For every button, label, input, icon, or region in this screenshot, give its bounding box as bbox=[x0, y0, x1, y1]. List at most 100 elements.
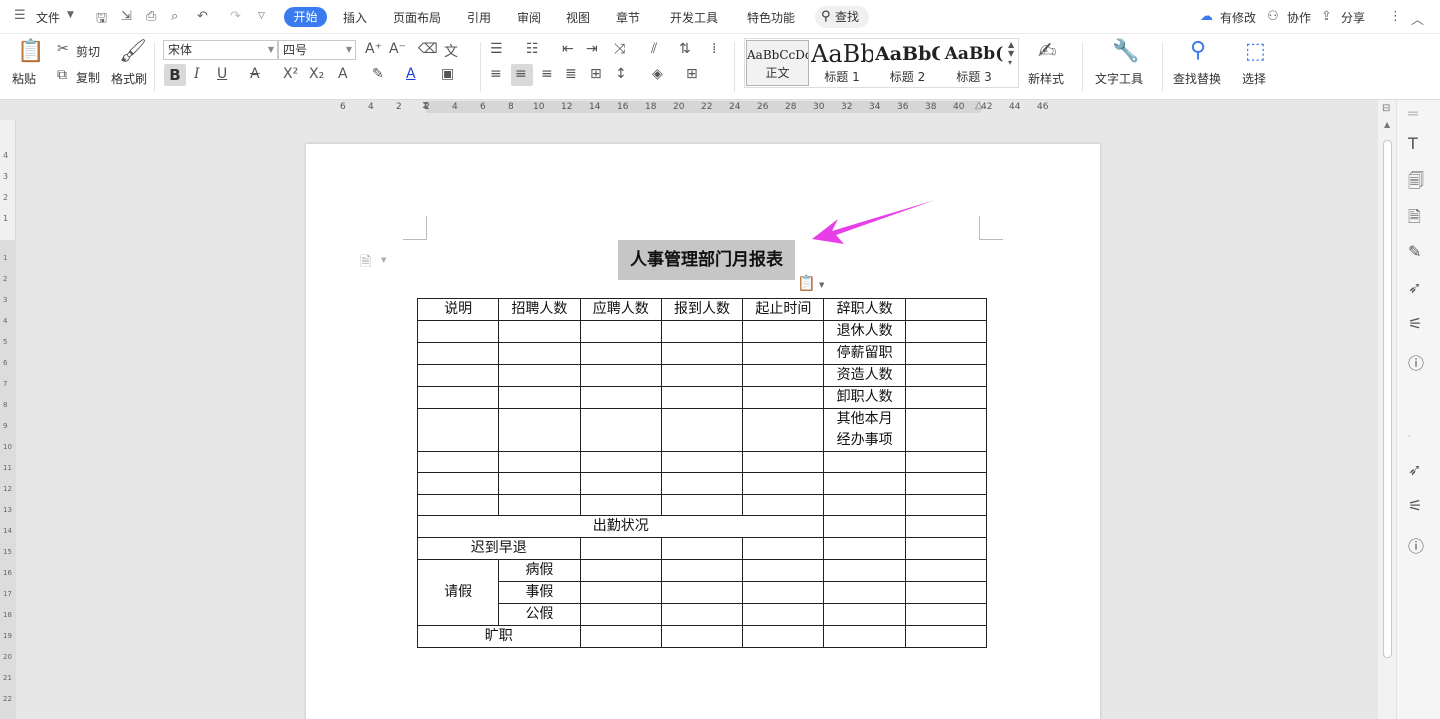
table-cell[interactable]: 事假 bbox=[498, 580, 581, 604]
table-cell[interactable] bbox=[742, 364, 825, 387]
text-effect-button[interactable]: A bbox=[338, 66, 348, 82]
table-cell[interactable] bbox=[904, 472, 988, 495]
share-button[interactable]: 分享 bbox=[1341, 9, 1365, 26]
table-cell[interactable] bbox=[416, 364, 500, 387]
tab-page-layout[interactable]: 页面布局 bbox=[393, 9, 441, 26]
chevron-down-icon[interactable]: ▼ bbox=[819, 281, 824, 289]
doc-search-icon[interactable]: 🗐 bbox=[1408, 170, 1424, 197]
table-cell[interactable] bbox=[904, 364, 988, 387]
hamburger-icon[interactable]: ☰ bbox=[14, 8, 26, 23]
changes-status[interactable]: 有修改 bbox=[1220, 9, 1256, 26]
chevron-down-icon[interactable]: ▼ bbox=[381, 256, 386, 264]
tab-developer[interactable]: 开发工具 bbox=[670, 9, 718, 26]
table-cell[interactable] bbox=[660, 536, 744, 560]
scroll-up-icon[interactable]: ▲ bbox=[1384, 120, 1390, 129]
attendance-heading[interactable]: 出勤状况 bbox=[416, 514, 825, 538]
table-cell[interactable]: 应聘人数 bbox=[579, 298, 662, 321]
cursor-icon[interactable]: ➶ bbox=[1408, 278, 1421, 297]
format-painter-button[interactable]: 格式刷 bbox=[111, 70, 147, 87]
table-cell[interactable] bbox=[823, 602, 906, 626]
table-cell[interactable]: 公假 bbox=[498, 602, 581, 626]
leave-label[interactable]: 请假 bbox=[416, 558, 500, 626]
table-cell[interactable] bbox=[823, 472, 906, 495]
font-size-select[interactable]: 四号 ▼ bbox=[278, 40, 356, 60]
line-spacing-icon[interactable]: ↕ bbox=[615, 66, 627, 82]
table-cell[interactable] bbox=[579, 493, 662, 516]
tab-chapter[interactable]: 章节 bbox=[616, 9, 640, 26]
table-cell[interactable] bbox=[660, 580, 744, 604]
table-cell[interactable] bbox=[416, 472, 500, 495]
save-icon[interactable]: 🖫 bbox=[96, 9, 107, 31]
absent-label[interactable]: 旷职 bbox=[417, 624, 581, 648]
strikethrough-button[interactable]: A bbox=[250, 66, 260, 82]
bold-button[interactable]: B bbox=[164, 64, 186, 86]
table-cell[interactable] bbox=[579, 624, 662, 648]
table-cell[interactable] bbox=[579, 320, 662, 343]
find-replace-button[interactable]: 查找替换 bbox=[1173, 70, 1221, 87]
table-cell[interactable] bbox=[823, 536, 906, 560]
superscript-button[interactable]: X² bbox=[283, 66, 298, 82]
subscript-button[interactable]: X₂ bbox=[309, 66, 324, 82]
print-preview-icon[interactable]: ⌕ bbox=[171, 9, 178, 24]
decrease-indent-icon[interactable]: ⇤ bbox=[562, 41, 574, 57]
grow-font-icon[interactable]: A⁺ bbox=[365, 41, 382, 57]
cursor-icon[interactable]: ➶ bbox=[1408, 460, 1421, 479]
table-cell[interactable] bbox=[416, 408, 500, 452]
tab-review[interactable]: 审阅 bbox=[517, 9, 541, 26]
table-cell[interactable]: 辞职人数 bbox=[823, 298, 906, 321]
font-name-select[interactable]: 宋体 ▼ bbox=[163, 40, 278, 60]
table-cell[interactable] bbox=[416, 320, 500, 343]
table-cell[interactable] bbox=[498, 493, 581, 516]
wrench-icon[interactable]: 🔧 bbox=[1112, 39, 1139, 64]
help-icon[interactable]: ⓘ bbox=[1408, 533, 1424, 557]
clear-format-icon[interactable]: ⌫ bbox=[418, 41, 438, 57]
show-marks-icon[interactable]: ⁞ bbox=[712, 41, 716, 57]
customize-toolbar-icon[interactable]: ▽ bbox=[258, 11, 265, 21]
export-icon[interactable]: ⇲ bbox=[121, 9, 132, 24]
table-cell[interactable] bbox=[579, 450, 662, 474]
bullet-list-icon[interactable]: ☰ bbox=[490, 41, 503, 57]
table-cell[interactable] bbox=[904, 602, 988, 626]
new-style-button[interactable]: 新样式 bbox=[1028, 70, 1064, 87]
print-icon[interactable]: ⎙ bbox=[146, 9, 156, 24]
table-cell[interactable] bbox=[904, 298, 988, 321]
table-cell[interactable]: 报到人数 bbox=[660, 298, 744, 321]
table-cell[interactable] bbox=[660, 342, 744, 365]
paste-options-icon[interactable]: 📋 bbox=[797, 274, 816, 292]
table-cell[interactable] bbox=[904, 514, 988, 538]
table-cell[interactable] bbox=[660, 320, 744, 343]
redo-icon[interactable]: ↷ bbox=[230, 9, 241, 24]
text-direction-icon[interactable]: ⫽ bbox=[651, 41, 657, 57]
help-icon[interactable]: ⓘ bbox=[1408, 350, 1424, 374]
table-cell[interactable]: 停薪留职 bbox=[823, 342, 906, 365]
scissors-icon[interactable]: ✂ bbox=[57, 41, 69, 57]
increase-indent-icon[interactable]: ⇥ bbox=[586, 41, 598, 57]
tab-insert[interactable]: 插入 bbox=[343, 9, 367, 26]
table-cell[interactable]: 起止时间 bbox=[742, 298, 825, 321]
table-cell[interactable]: 说明 bbox=[416, 298, 500, 321]
gallery-scroll-icon[interactable]: ▲ ▼ ▾ bbox=[1008, 40, 1014, 67]
table-cell[interactable] bbox=[660, 493, 744, 516]
borders-icon[interactable]: ⊞ bbox=[686, 66, 698, 82]
align-left-icon[interactable]: ≡ bbox=[490, 66, 502, 82]
late-early-label[interactable]: 迟到早退 bbox=[417, 536, 581, 560]
table-cell[interactable] bbox=[498, 342, 581, 365]
paste-button[interactable]: 粘贴 bbox=[12, 70, 36, 87]
doc-settings-icon[interactable]: 🗎 bbox=[1408, 206, 1421, 233]
char-border-icon[interactable]: ▣ bbox=[441, 66, 454, 82]
scrollbar-thumb[interactable] bbox=[1383, 140, 1392, 658]
table-cell[interactable] bbox=[904, 536, 988, 560]
table-cell[interactable] bbox=[416, 342, 500, 365]
table-cell[interactable] bbox=[498, 450, 581, 474]
table-cell[interactable] bbox=[904, 493, 988, 516]
table-cell[interactable] bbox=[579, 408, 662, 452]
table-cell[interactable] bbox=[904, 408, 988, 452]
collapse-ribbon-icon[interactable]: ︿ bbox=[1411, 9, 1424, 28]
table-cell[interactable] bbox=[742, 450, 825, 474]
table-cell[interactable] bbox=[904, 624, 988, 648]
text-tools-button[interactable]: 文字工具 bbox=[1095, 70, 1143, 87]
document-title[interactable]: 人事管理部门月报表 bbox=[618, 240, 795, 280]
table-cell[interactable] bbox=[579, 602, 662, 626]
table-cell[interactable] bbox=[823, 580, 906, 604]
sliders-icon[interactable]: ⚟ bbox=[1408, 314, 1422, 333]
